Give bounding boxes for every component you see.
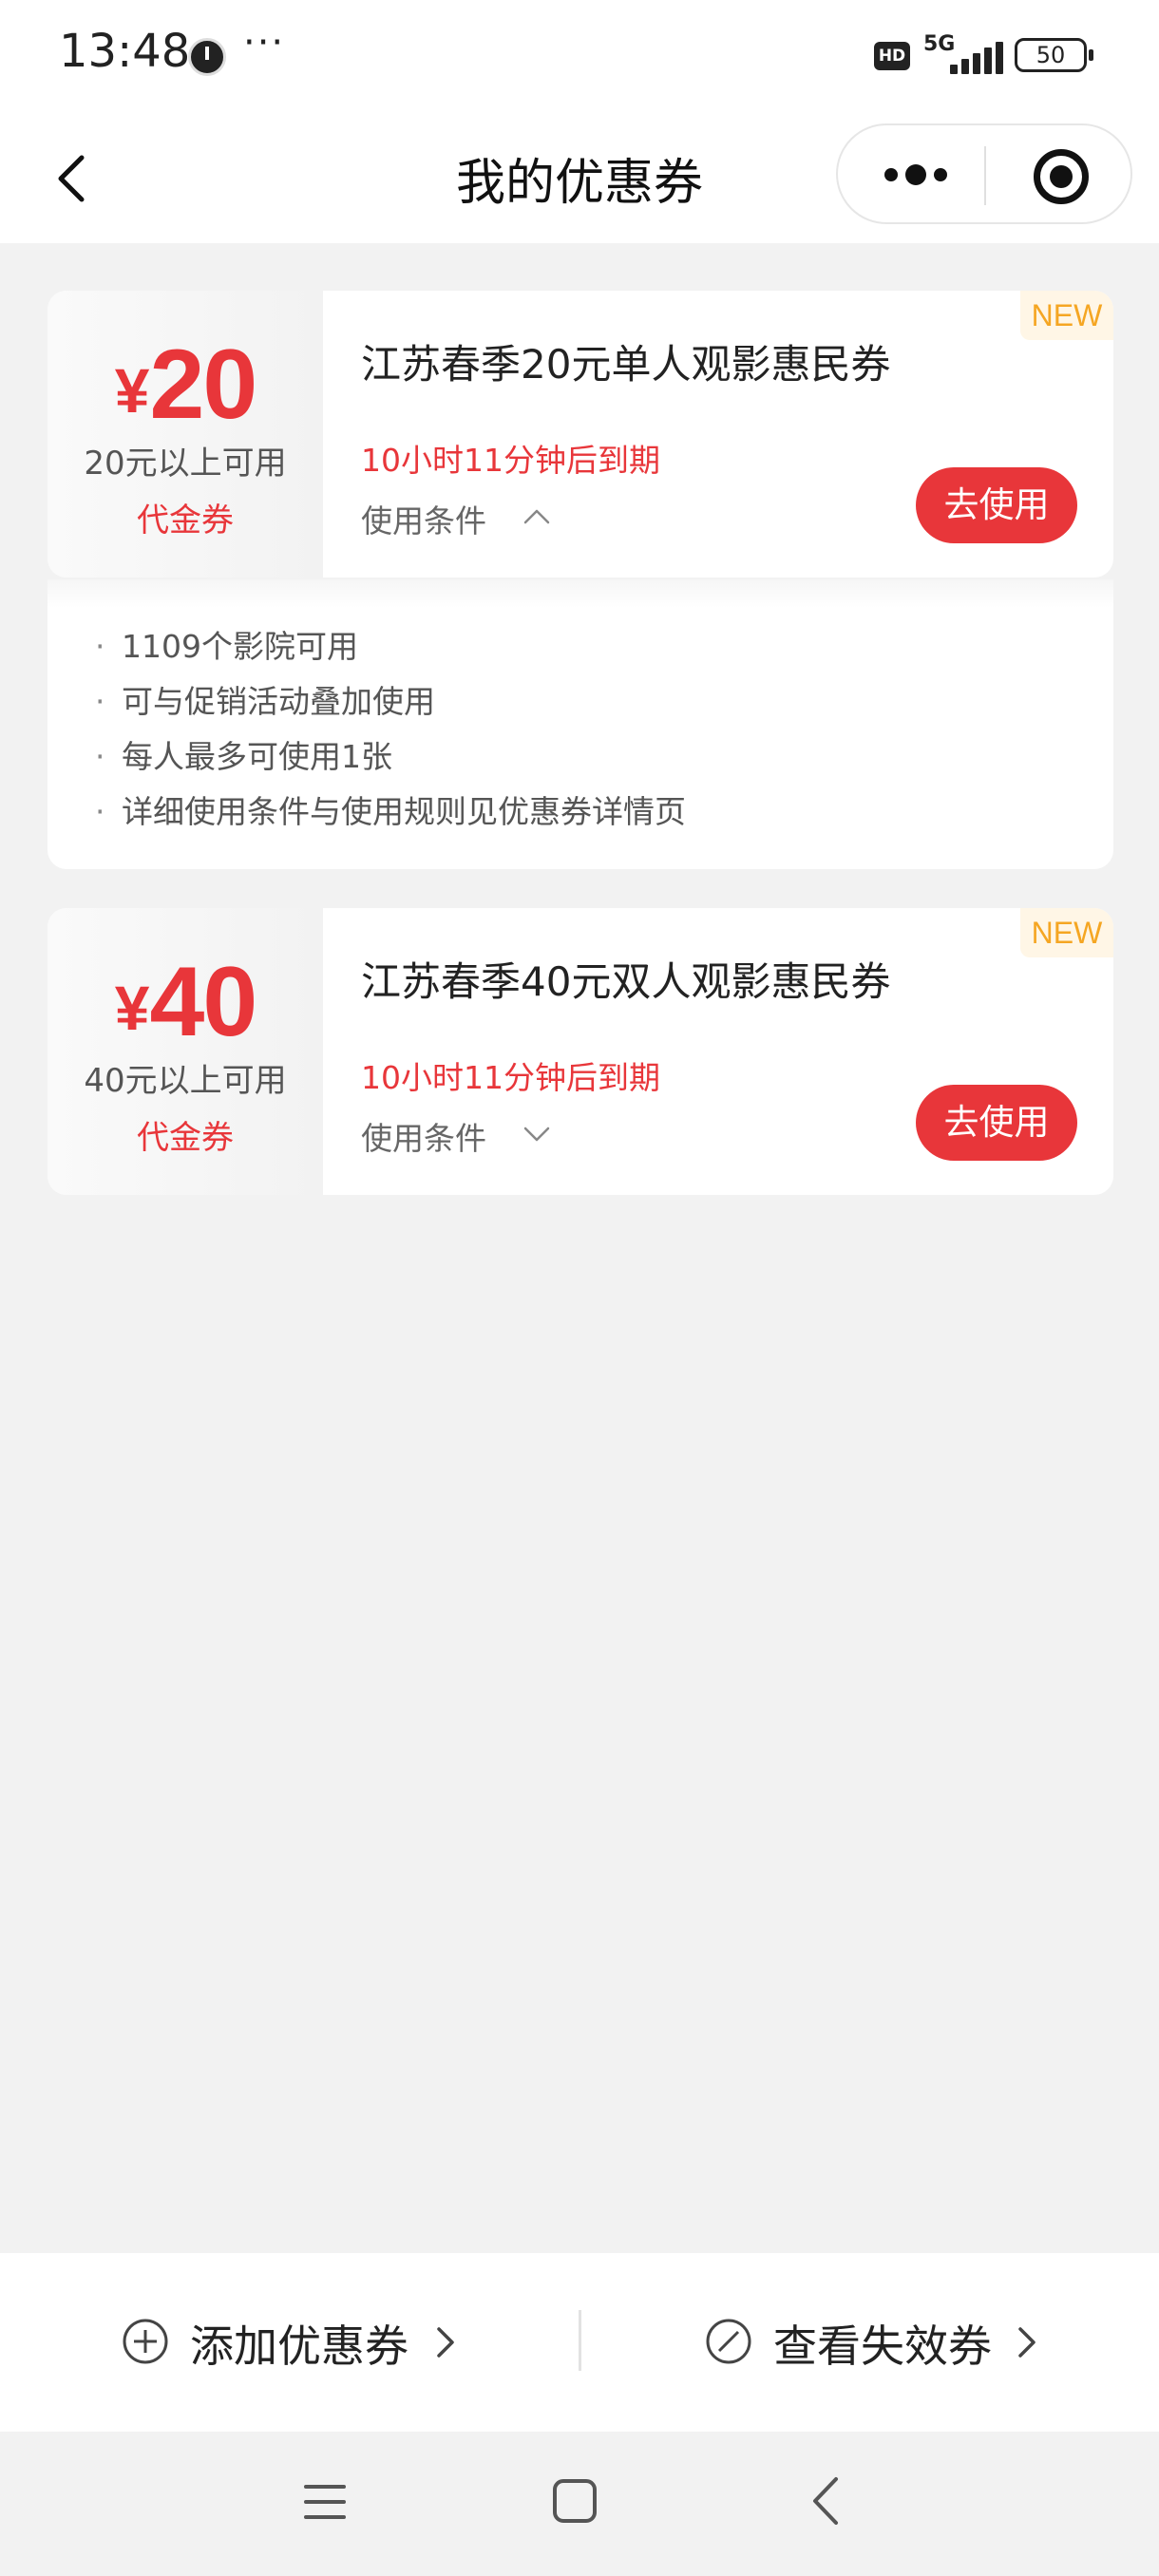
currency-symbol: ¥: [114, 973, 150, 1043]
bottom-action-bar: 添加优惠券 查看失效券: [0, 2253, 1159, 2432]
coupon-value-panel: ¥20 20元以上可用 代金券: [48, 291, 323, 578]
nav-bar: 我的优惠券: [0, 114, 1159, 243]
add-coupon-label: 添加优惠券: [190, 2320, 408, 2372]
view-expired-label: 查看失效券: [773, 2320, 992, 2372]
coupon-kind: 代金券: [137, 502, 234, 540]
notification-more-icon: ···: [243, 21, 286, 65]
close-mini-program-icon[interactable]: [1034, 149, 1089, 204]
coupon-title: 江苏春季20元单人观影惠民券: [361, 341, 891, 388]
mini-program-capsule: [836, 123, 1132, 224]
coupon-card: ¥40 40元以上可用 代金券 江苏春季40元双人观影惠民券 10小时11分钟后…: [48, 908, 1113, 1195]
back-nav-icon[interactable]: [808, 2475, 846, 2527]
system-nav-bar: [0, 2432, 1159, 2576]
conditions-toggle[interactable]: 使用条件: [361, 1113, 486, 1159]
add-coupon-button[interactable]: 添加优惠券: [122, 2306, 483, 2382]
use-coupon-button[interactable]: 去使用: [916, 467, 1077, 543]
condition-item: · 1109个影院可用: [95, 628, 358, 665]
condition-item: · 每人最多可使用1张: [95, 738, 392, 775]
coupon-amount: ¥40: [48, 946, 323, 1059]
coupon-expire: 10小时11分钟后到期: [361, 442, 660, 479]
coupon-min-spend: 40元以上可用: [84, 1062, 287, 1100]
capsule-divider: [984, 146, 986, 205]
clock-icon: [188, 38, 226, 76]
coupon-value-panel: ¥40 40元以上可用 代金券: [48, 908, 323, 1195]
plus-circle-icon: [123, 2319, 168, 2364]
bottom-divider: [579, 2310, 581, 2371]
status-bar: 13:48 ··· HD 5G 50: [0, 0, 1159, 114]
coupon-card: ¥20 20元以上可用 代金券 江苏春季20元单人观影惠民券 10小时11分钟后…: [48, 291, 1113, 578]
view-expired-button[interactable]: 查看失效券: [705, 2306, 1066, 2382]
coupon-expire: 10小时11分钟后到期: [361, 1059, 660, 1096]
chevron-up-icon[interactable]: [522, 505, 551, 526]
new-badge: NEW: [1020, 908, 1113, 957]
more-icon[interactable]: [878, 154, 954, 196]
coupon-kind: 代金券: [137, 1119, 234, 1157]
status-time: 13:48: [59, 25, 191, 78]
coupon-amount: ¥20: [48, 329, 323, 442]
new-badge: NEW: [1020, 291, 1113, 340]
conditions-panel: · 1109个影院可用 · 可与促销活动叠加使用 · 每人最多可使用1张 · 详细使用条…: [48, 579, 1113, 869]
hd-icon: HD: [874, 42, 910, 70]
coupon-title: 江苏春季40元双人观影惠民券: [361, 958, 891, 1005]
forbidden-icon: [706, 2319, 751, 2364]
condition-item: · 详细使用条件与使用规则见优惠券详情页: [95, 793, 686, 830]
chevron-right-icon: [437, 2327, 454, 2358]
currency-symbol: ¥: [114, 355, 150, 426]
use-coupon-button[interactable]: 去使用: [916, 1085, 1077, 1161]
chevron-down-icon[interactable]: [522, 1123, 551, 1144]
conditions-toggle[interactable]: 使用条件: [361, 496, 486, 541]
signal-icon: [950, 40, 1003, 74]
amount-value: 40: [149, 947, 258, 1057]
menu-icon[interactable]: [302, 2479, 348, 2525]
condition-item: · 可与促销活动叠加使用: [95, 683, 435, 720]
coupon-min-spend: 20元以上可用: [84, 445, 287, 483]
chevron-right-icon: [1018, 2327, 1036, 2358]
battery-icon: 50: [1015, 38, 1093, 72]
amount-value: 20: [149, 330, 258, 440]
home-icon[interactable]: [551, 2477, 598, 2525]
